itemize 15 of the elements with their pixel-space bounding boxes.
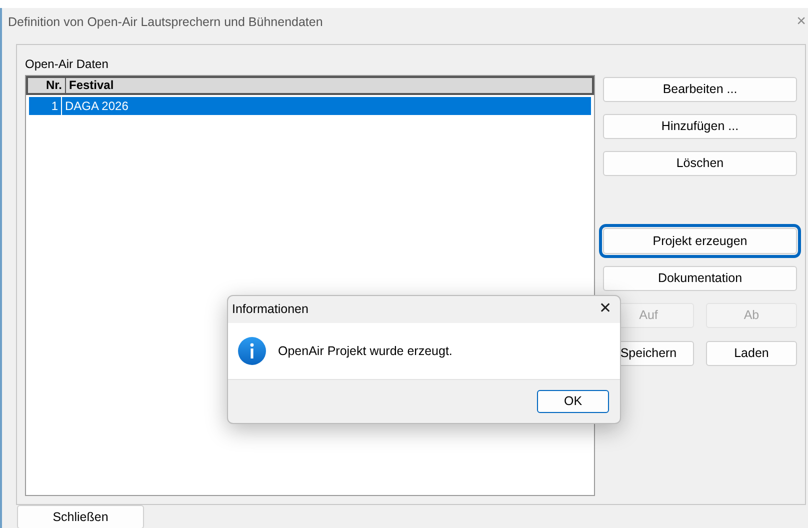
action-button[interactable]: Bearbeiten ... — [603, 77, 797, 102]
table-row[interactable]: 1 DAGA 2026 — [29, 97, 591, 115]
group-label: Open-Air Daten — [25, 56, 110, 73]
close-dialog-button[interactable]: Schließen — [17, 505, 144, 528]
action-button[interactable]: Laden — [706, 341, 797, 366]
ok-button[interactable]: OK — [537, 390, 609, 413]
action-button[interactable]: Hinzufügen ... — [603, 114, 797, 139]
column-header[interactable]: Nr. — [28, 78, 66, 93]
dialog-message: OpenAir Projekt wurde erzeugt. — [278, 342, 452, 360]
window-title: Definition von Open-Air Lautsprechern und Bühnendaten — [8, 14, 323, 31]
dialog-title: Informationen — [232, 301, 308, 318]
action-button[interactable]: Dokumentation — [603, 266, 797, 291]
info-icon — [238, 337, 266, 365]
action-button[interactable]: Löschen — [603, 151, 797, 176]
column-header[interactable]: Festival — [66, 78, 117, 93]
